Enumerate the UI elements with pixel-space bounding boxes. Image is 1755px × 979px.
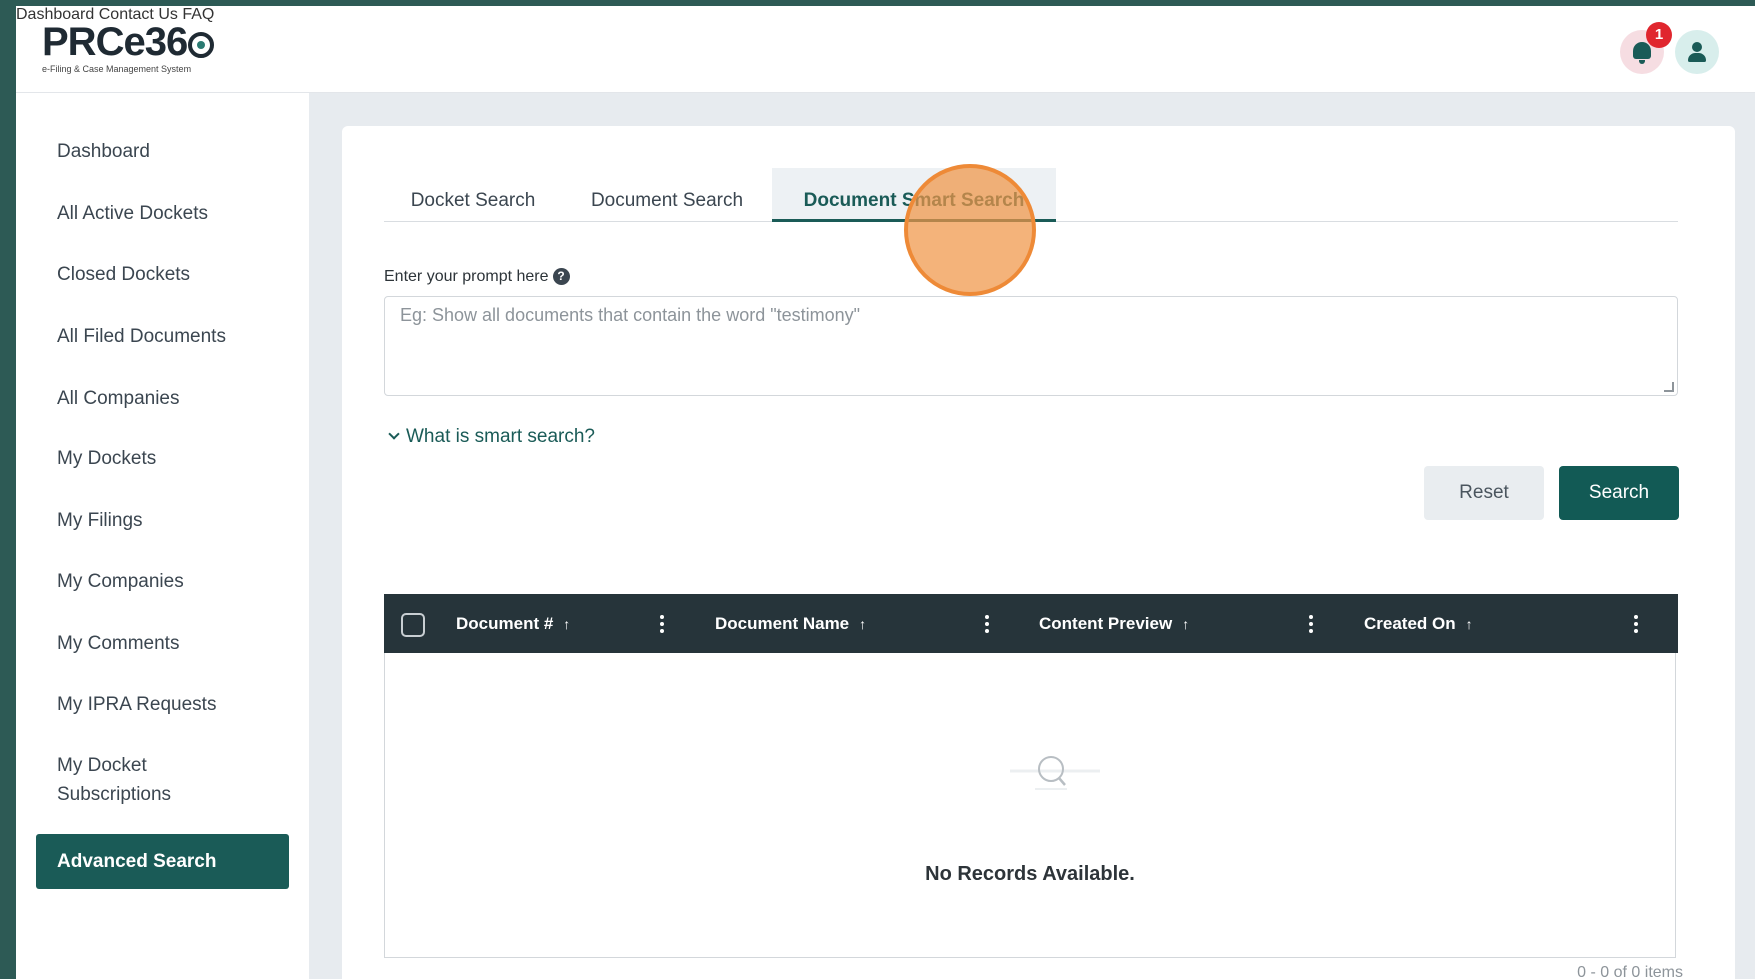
sidebar-item-dashboard[interactable]: Dashboard — [57, 137, 287, 166]
question-circle-icon[interactable]: ? — [552, 268, 570, 285]
column-menu-icon[interactable] — [1634, 615, 1638, 633]
sidebar-item-all-filed-documents[interactable]: All Filed Documents — [57, 322, 287, 351]
empty-search-icon — [1010, 756, 1100, 790]
select-all-checkbox[interactable] — [401, 613, 425, 637]
user-icon-body — [1688, 53, 1706, 62]
sort-arrow-icon: ↑ — [1465, 616, 1473, 632]
sidebar-item-my-docket-subscriptions[interactable]: My Docket Subscriptions — [57, 751, 207, 809]
resize-handle-icon[interactable] — [1664, 382, 1674, 392]
column-header-document-name[interactable]: Document Name ↑ — [715, 594, 866, 653]
logo-subtitle: e-Filing & Case Management System — [42, 64, 192, 74]
column-header-content-preview[interactable]: Content Preview ↑ — [1039, 594, 1189, 653]
notification-badge: 1 — [1646, 22, 1672, 48]
sort-arrow-icon: ↑ — [859, 616, 867, 632]
app-frame: PRCe36 e-Filing & Case Management System… — [16, 6, 1755, 979]
logo[interactable]: PRCe36 e-Filing & Case Management System — [42, 22, 232, 82]
column-label: Document # — [456, 614, 554, 633]
sidebar-item-my-ipra-requests[interactable]: My IPRA Requests — [57, 690, 287, 719]
prompt-label-text: Enter your prompt here — [384, 268, 549, 285]
prompt-label: Enter your prompt here? — [384, 268, 570, 286]
sidebar-item-my-filings[interactable]: My Filings — [57, 506, 287, 535]
column-label: Created On — [1364, 614, 1456, 633]
column-menu-icon[interactable] — [660, 615, 664, 633]
top-header: PRCe36 e-Filing & Case Management System… — [16, 6, 1755, 93]
bell-icon — [1633, 42, 1651, 64]
empty-message: No Records Available. — [925, 863, 1135, 885]
tab-document-search[interactable]: Document Search — [562, 168, 772, 222]
results-grid: Document # ↑ Document Name ↑ Content Previ… — [384, 594, 1678, 958]
column-label: Content Preview — [1039, 614, 1173, 633]
sidebar-item-all-active-dockets[interactable]: All Active Dockets — [57, 199, 287, 228]
prompt-input-wrapper — [384, 296, 1678, 396]
search-panel: Docket Search Document Search Document S… — [342, 126, 1735, 979]
user-menu-button[interactable] — [1675, 30, 1719, 74]
prompt-input[interactable] — [385, 297, 1677, 395]
column-label: Document Name — [715, 614, 850, 633]
user-icon — [1692, 42, 1702, 52]
sidebar: Dashboard All Active Dockets Closed Dock… — [16, 93, 309, 979]
smart-search-info-label: What is smart search? — [406, 426, 595, 447]
sort-arrow-icon: ↑ — [1182, 616, 1190, 632]
sidebar-item-my-comments[interactable]: My Comments — [57, 629, 287, 658]
sidebar-item-my-companies[interactable]: My Companies — [57, 567, 287, 596]
sidebar-item-all-companies[interactable]: All Companies — [57, 384, 287, 413]
pager-info: 0 - 0 of 0 items — [1577, 964, 1683, 979]
sidebar-item-closed-dockets[interactable]: Closed Dockets — [57, 260, 287, 289]
sidebar-item-my-dockets[interactable]: My Dockets — [57, 444, 287, 473]
tab-document-smart-search[interactable]: Document Smart Search — [772, 168, 1056, 222]
search-tabs: Docket Search Document Search Document S… — [384, 168, 1678, 222]
grid-header: Document # ↑ Document Name ↑ Content Previ… — [384, 594, 1678, 653]
reset-button[interactable]: Reset — [1424, 466, 1544, 520]
logo-wordmark: PRCe36 — [42, 22, 232, 62]
smart-search-info-toggle[interactable]: What is smart search? — [388, 426, 595, 448]
sort-arrow-icon: ↑ — [563, 616, 571, 632]
column-header-document-number[interactable]: Document # ↑ — [456, 594, 570, 653]
logo-ring-icon — [188, 32, 215, 58]
tab-docket-search[interactable]: Docket Search — [384, 168, 562, 222]
column-menu-icon[interactable] — [1309, 615, 1313, 633]
sidebar-item-advanced-search[interactable]: Advanced Search — [36, 834, 289, 889]
search-button[interactable]: Search — [1559, 466, 1679, 520]
column-header-created-on[interactable]: Created On ↑ — [1364, 594, 1473, 653]
chevron-down-icon — [388, 428, 400, 440]
column-menu-icon[interactable] — [985, 615, 989, 633]
